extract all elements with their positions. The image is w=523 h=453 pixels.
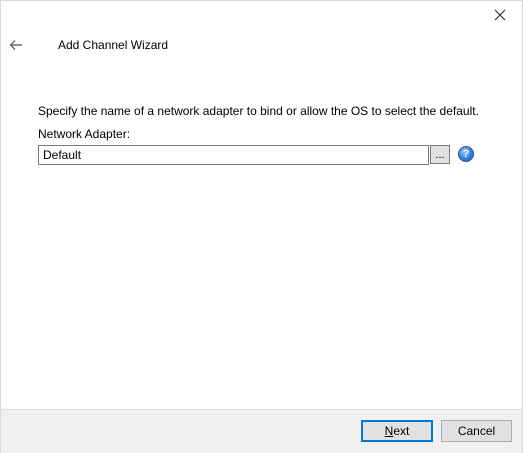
close-icon bbox=[494, 9, 506, 21]
wizard-window bbox=[0, 0, 523, 453]
help-glyph: ? bbox=[462, 148, 470, 160]
cancel-button[interactable]: Cancel bbox=[441, 420, 512, 442]
back-button[interactable] bbox=[7, 37, 25, 53]
wizard-title: Add Channel Wizard bbox=[58, 38, 169, 52]
network-adapter-input[interactable] bbox=[38, 145, 429, 165]
next-button[interactable]: Next bbox=[361, 420, 433, 442]
close-button[interactable] bbox=[491, 6, 509, 24]
back-arrow-icon bbox=[9, 40, 22, 50]
description-text: Specify the name of a network adapter to… bbox=[38, 104, 479, 118]
next-label-rest: ext bbox=[393, 424, 410, 438]
help-icon[interactable]: ? bbox=[458, 146, 474, 162]
network-adapter-label: Network Adapter: bbox=[38, 127, 131, 141]
next-mnemonic: N bbox=[384, 424, 394, 438]
browse-button[interactable]: ... bbox=[430, 145, 450, 164]
